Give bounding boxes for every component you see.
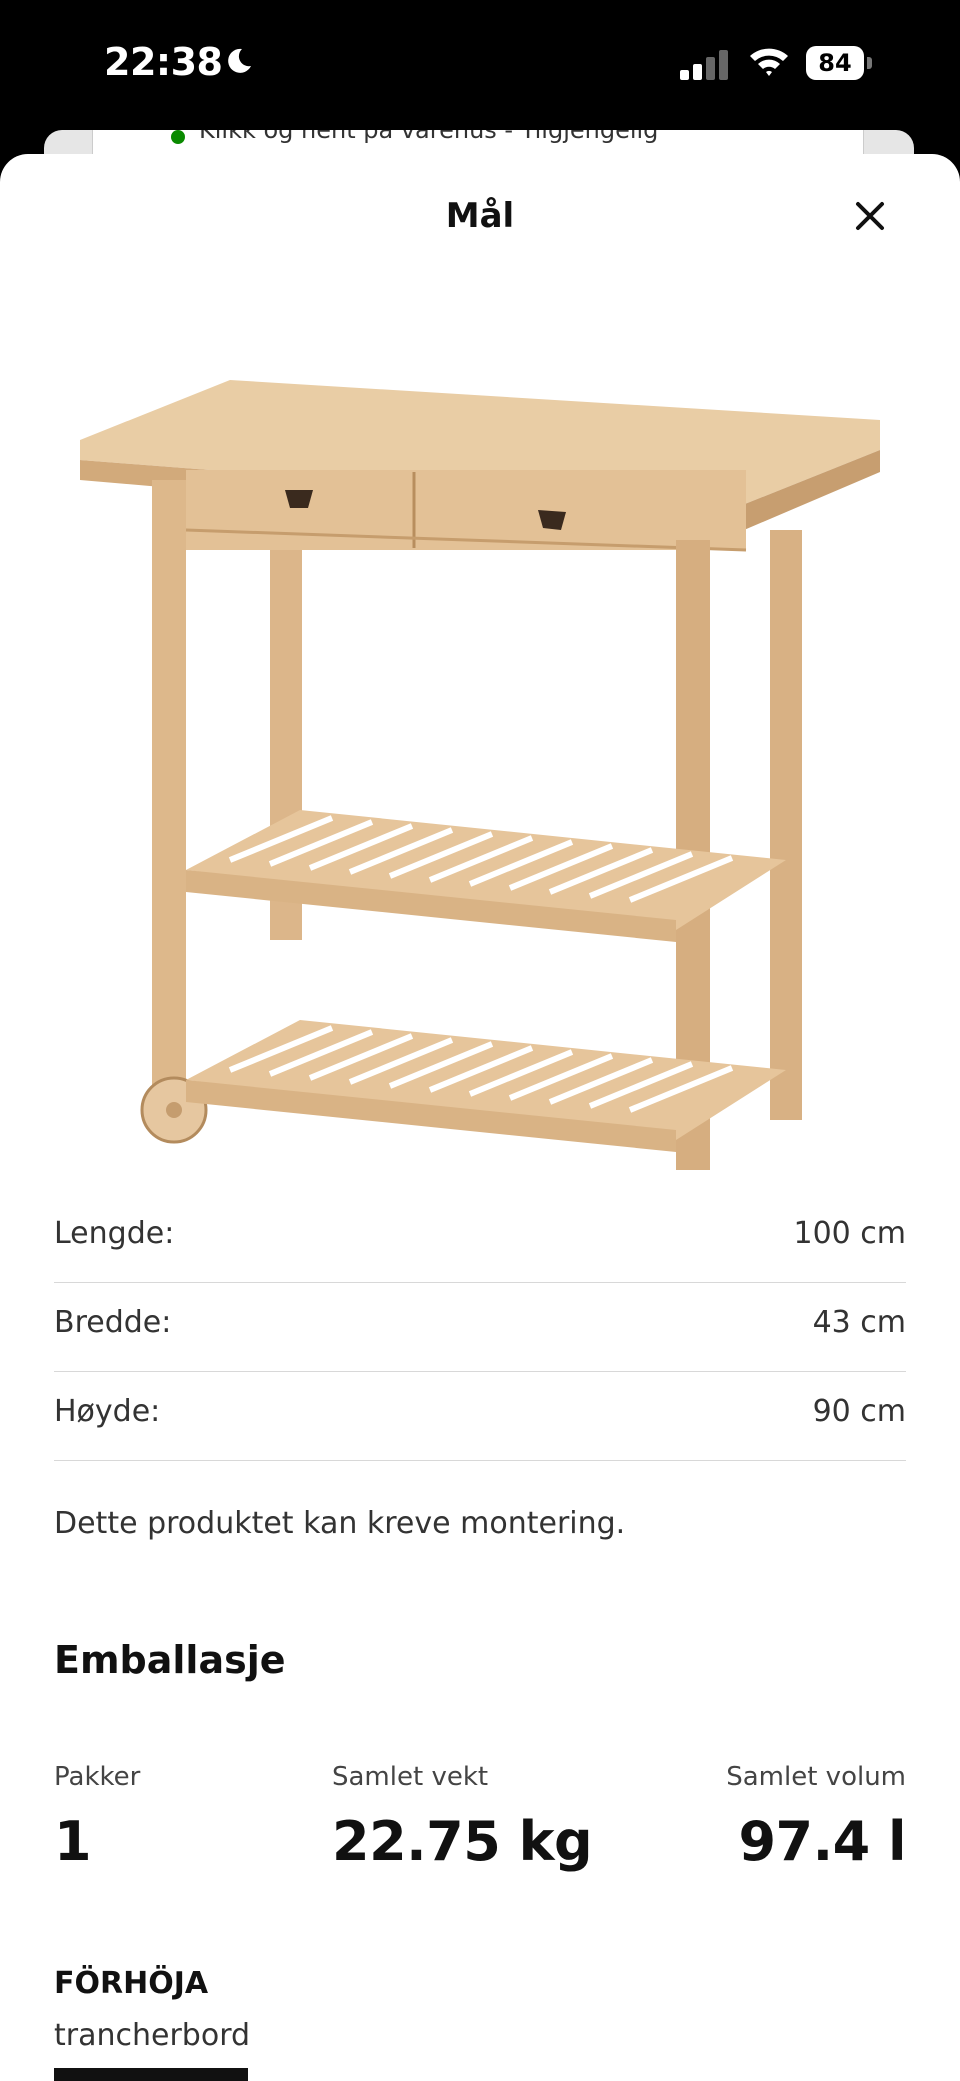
weight-value: 22.75 kg <box>332 1810 593 1873</box>
weight-stat: Samlet vekt 22.75 kg <box>332 1762 593 1873</box>
product-image <box>80 380 880 1170</box>
signal-icon <box>680 50 728 80</box>
volume-label: Samlet volum <box>726 1762 906 1792</box>
battery-level: 84 <box>806 46 864 80</box>
package-image-placeholder <box>54 2068 248 2081</box>
dimension-row-height: Høyde: 90 cm <box>54 1372 906 1461</box>
close-icon[interactable] <box>848 194 892 238</box>
product-name: FÖRHÖJA <box>54 1966 209 2001</box>
status-time: 22:38 <box>104 40 223 84</box>
dimension-row-width: Bredde: 43 cm <box>54 1283 906 1372</box>
assembly-note: Dette produktet kan kreve montering. <box>54 1506 626 1541</box>
availability-text: Klikk og hent på varehus - Tilgjengelig <box>199 130 659 144</box>
packages-stat: Pakker 1 <box>54 1762 140 1873</box>
wifi-icon <box>750 48 788 76</box>
availability-status-dot <box>171 130 185 144</box>
packaging-heading: Emballasje <box>54 1638 286 1682</box>
sheet-title: Mål <box>445 196 515 236</box>
dimensions-sheet: Mål Lengde: 100 cm Bredde: 43 cm Høyde: … <box>0 154 960 2081</box>
dimension-value: 100 cm <box>793 1216 906 1251</box>
battery-icon: 84 <box>806 46 872 80</box>
moon-icon <box>228 48 251 73</box>
dimension-label: Høyde: <box>54 1394 161 1429</box>
packages-label: Pakker <box>54 1762 141 1792</box>
dimension-row-length: Lengde: 100 cm <box>54 1194 906 1283</box>
dimension-label: Lengde: <box>54 1216 175 1251</box>
dimension-value: 90 cm <box>812 1394 906 1429</box>
packages-value: 1 <box>54 1810 92 1873</box>
battery-tip <box>867 57 872 69</box>
product-type: trancherbord <box>54 2018 251 2053</box>
chevron-right-icon <box>911 130 914 144</box>
volume-stat: Samlet volum 97.4 l <box>726 1762 906 1873</box>
status-bar: 22:38 84 <box>0 0 960 130</box>
volume-value: 97.4 l <box>738 1810 906 1873</box>
dimensions-list: Lengde: 100 cm Bredde: 43 cm Høyde: 90 c… <box>54 1194 906 1461</box>
dimension-value: 43 cm <box>812 1305 906 1340</box>
weight-label: Samlet vekt <box>332 1762 489 1792</box>
dimension-label: Bredde: <box>54 1305 172 1340</box>
